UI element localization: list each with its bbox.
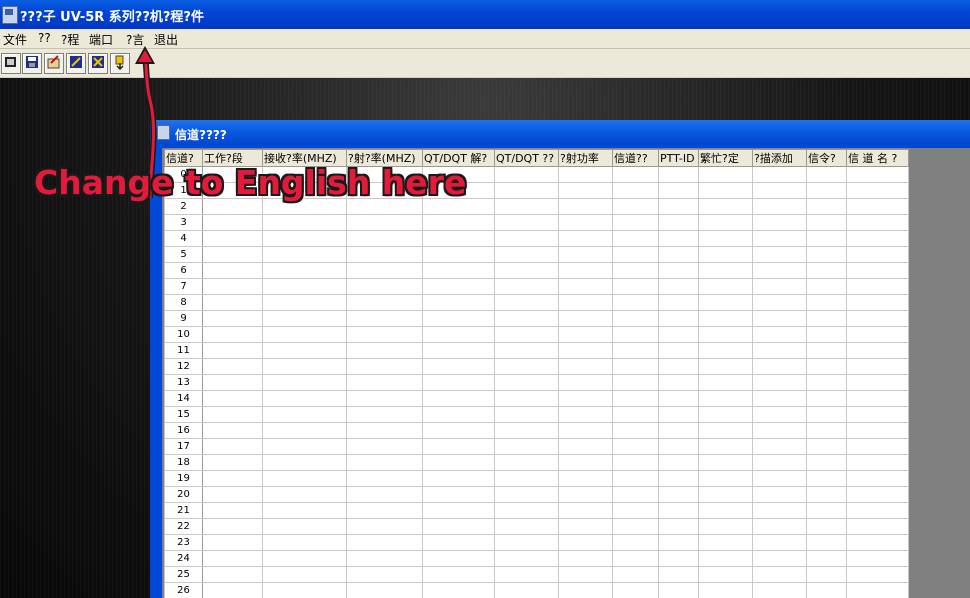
annotation-label: Change to English here [34,163,467,202]
annotation-arrow [135,46,157,199]
